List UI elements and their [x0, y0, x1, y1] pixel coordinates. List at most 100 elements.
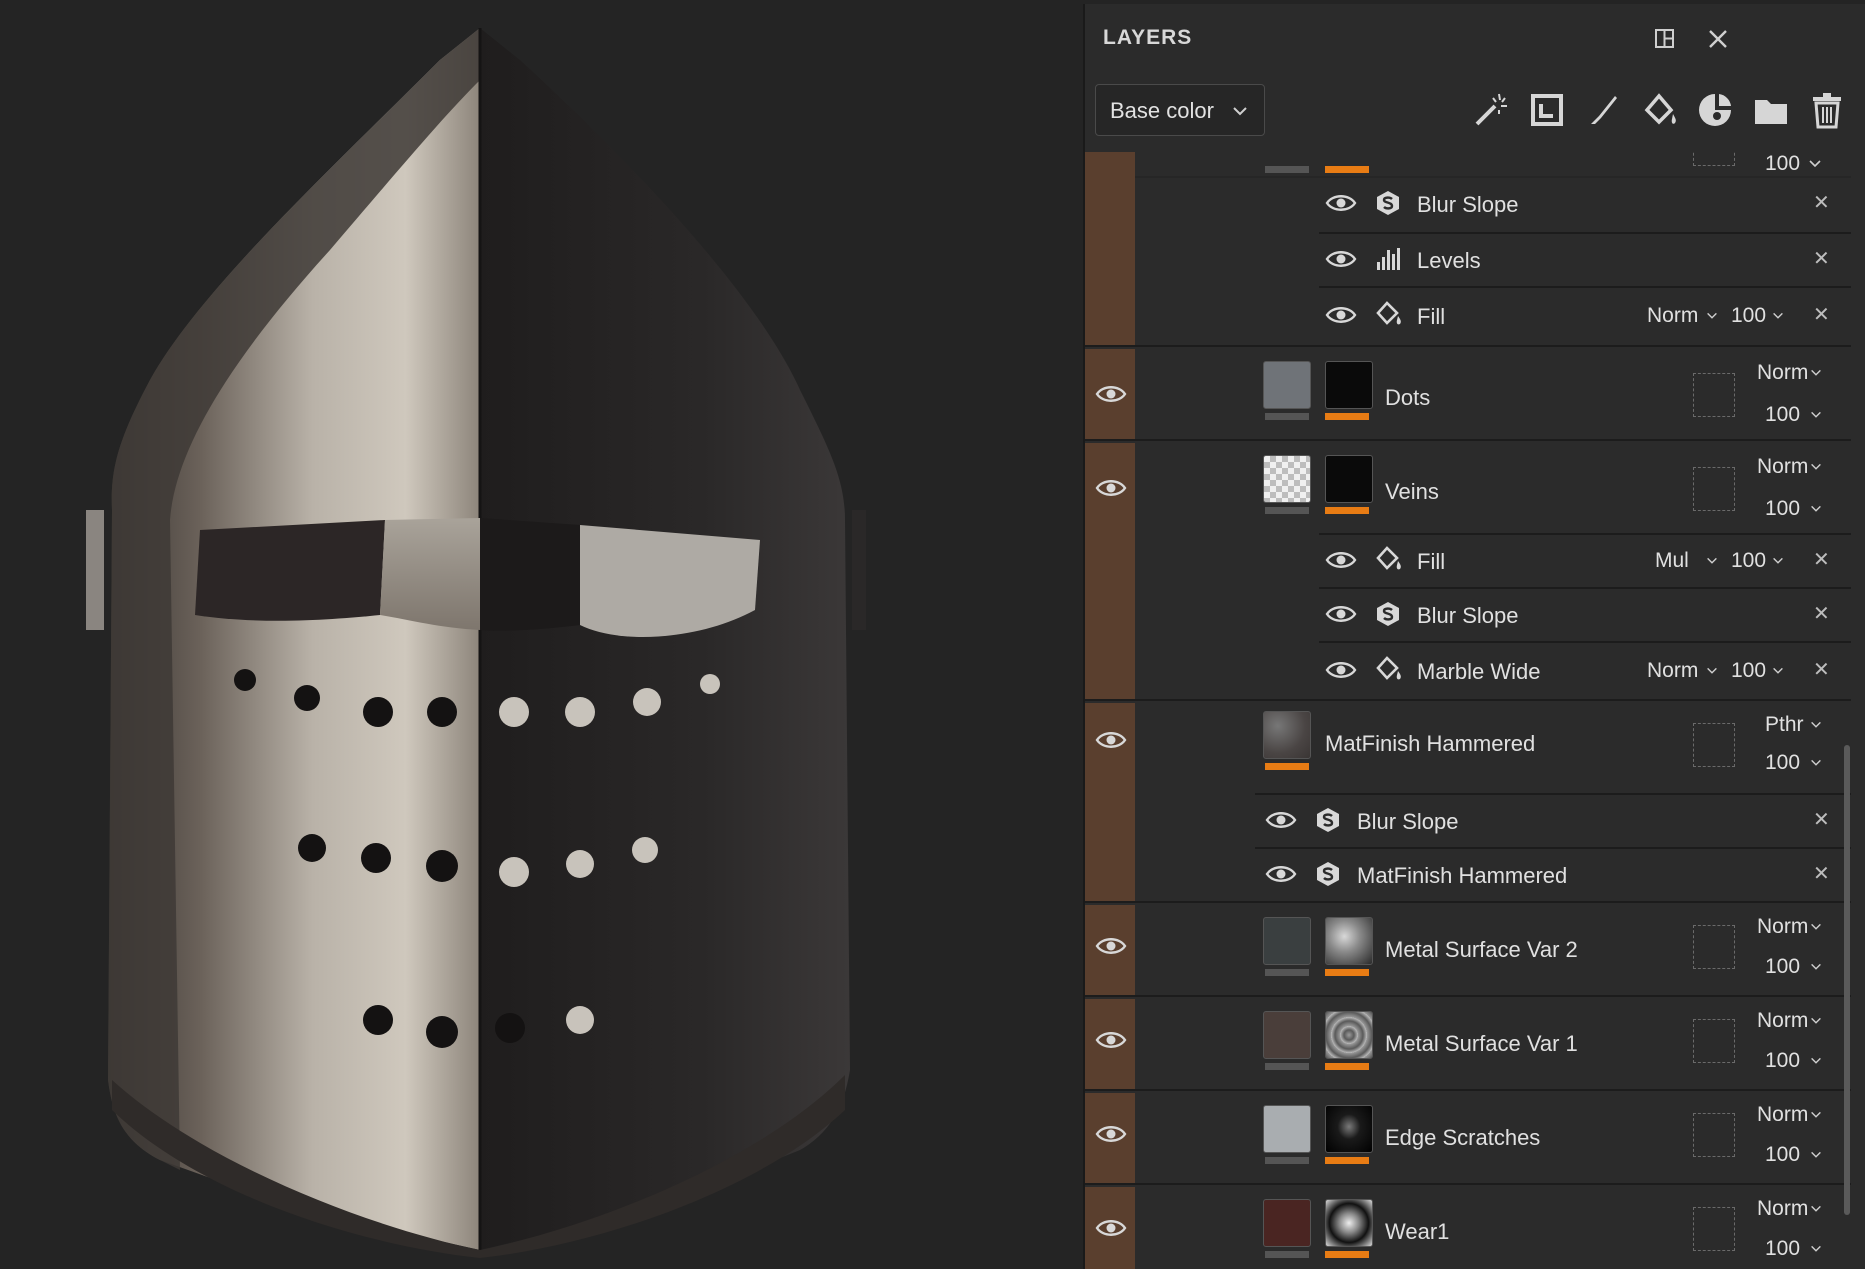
layer-mask-thumb[interactable]: [1325, 1199, 1373, 1247]
opacity-value[interactable]: 100: [1765, 403, 1800, 427]
layer-mask-thumb[interactable]: [1325, 1011, 1373, 1059]
trash-icon[interactable]: [1805, 88, 1849, 132]
opacity-value[interactable]: 100: [1731, 549, 1766, 573]
layer-material-thumb[interactable]: [1263, 711, 1311, 759]
remove-effect-button[interactable]: ✕: [1813, 861, 1830, 886]
opacity-value[interactable]: 100: [1765, 751, 1800, 775]
layer-fill-thumb[interactable]: [1263, 1199, 1311, 1247]
blend-mode[interactable]: Pthr: [1765, 713, 1804, 737]
chevron-down-icon[interactable]: [1809, 1243, 1823, 1255]
chevron-down-icon[interactable]: [1809, 961, 1823, 973]
channel-select[interactable]: Base color: [1095, 84, 1265, 136]
remove-effect-button[interactable]: ✕: [1813, 547, 1830, 572]
chevron-down-icon[interactable]: [1705, 665, 1719, 677]
fill-bucket-icon[interactable]: [1637, 88, 1681, 132]
opacity-value[interactable]: 100: [1765, 1049, 1800, 1073]
remove-effect-button[interactable]: ✕: [1813, 807, 1830, 832]
chevron-down-icon[interactable]: [1807, 158, 1823, 170]
eye-icon[interactable]: [1095, 1029, 1127, 1051]
blend-mode[interactable]: Norm: [1757, 1009, 1808, 1033]
eye-icon[interactable]: [1325, 659, 1357, 681]
remove-effect-button[interactable]: ✕: [1813, 601, 1830, 626]
eye-icon[interactable]: [1095, 383, 1127, 405]
folder-icon[interactable]: [1749, 88, 1793, 132]
chevron-down-icon[interactable]: [1809, 409, 1823, 421]
layout-toggle-icon[interactable]: [1649, 24, 1679, 54]
chevron-down-icon[interactable]: [1809, 367, 1823, 379]
blend-mode[interactable]: Norm: [1757, 361, 1808, 385]
eye-icon[interactable]: [1095, 477, 1127, 499]
opacity-value[interactable]: 100: [1765, 152, 1800, 176]
mask-slot[interactable]: [1693, 373, 1735, 417]
chevron-down-icon[interactable]: [1809, 1055, 1823, 1067]
opacity-value[interactable]: 100: [1731, 659, 1766, 683]
layer-row[interactable]: Edge Scratches Norm 100: [1085, 1093, 1851, 1183]
smart-mask-icon[interactable]: [1525, 88, 1569, 132]
paint-brush-icon[interactable]: [1581, 88, 1625, 132]
effect-row[interactable]: Marble Wide Norm 100 ✕: [1085, 643, 1851, 697]
opacity-value[interactable]: 100: [1765, 497, 1800, 521]
blend-mode[interactable]: Norm: [1757, 1197, 1808, 1221]
blend-mode[interactable]: Norm: [1757, 915, 1808, 939]
layer-row-partial[interactable]: 100: [1085, 152, 1851, 176]
chevron-down-icon[interactable]: [1809, 1109, 1823, 1121]
layer-row[interactable]: Veins Norm 100: [1085, 443, 1851, 533]
chevron-down-icon[interactable]: [1771, 310, 1785, 322]
mask-slot[interactable]: [1693, 1207, 1735, 1251]
remove-effect-button[interactable]: ✕: [1813, 190, 1830, 215]
layer-row[interactable]: Wear1 Norm 100: [1085, 1187, 1851, 1269]
effect-row[interactable]: Levels ✕: [1085, 234, 1851, 286]
remove-effect-button[interactable]: ✕: [1813, 246, 1830, 271]
blend-mode[interactable]: Norm: [1647, 659, 1698, 683]
chevron-down-icon[interactable]: [1809, 757, 1823, 769]
eye-icon[interactable]: [1095, 1123, 1127, 1145]
mask-slot[interactable]: [1693, 1113, 1735, 1157]
chevron-down-icon[interactable]: [1809, 1149, 1823, 1161]
eye-icon[interactable]: [1325, 549, 1357, 571]
chevron-down-icon[interactable]: [1771, 555, 1785, 567]
effect-row[interactable]: Fill Mul 100 ✕: [1085, 535, 1851, 587]
remove-effect-button[interactable]: ✕: [1813, 302, 1830, 327]
opacity-value[interactable]: 100: [1731, 304, 1766, 328]
opacity-value[interactable]: 100: [1765, 1237, 1800, 1261]
layer-row[interactable]: MatFinish Hammered Pthr 100: [1085, 703, 1851, 793]
eye-icon[interactable]: [1325, 248, 1357, 270]
layer-mask-thumb[interactable]: [1325, 361, 1373, 409]
layer-fill-thumb[interactable]: [1263, 917, 1311, 965]
eye-icon[interactable]: [1325, 304, 1357, 326]
eye-icon[interactable]: [1265, 863, 1297, 885]
remove-effect-button[interactable]: ✕: [1813, 657, 1830, 682]
chevron-down-icon[interactable]: [1705, 555, 1719, 567]
layers-scrollbar[interactable]: [1844, 745, 1850, 1215]
chevron-down-icon[interactable]: [1809, 503, 1823, 515]
blend-mode[interactable]: Norm: [1647, 304, 1698, 328]
effect-row[interactable]: Blur Slope ✕: [1085, 178, 1851, 232]
opacity-value[interactable]: 100: [1765, 955, 1800, 979]
layer-fill-thumb[interactable]: [1263, 455, 1311, 503]
effects-palette-icon[interactable]: [1693, 88, 1737, 132]
effect-row[interactable]: MatFinish Hammered ✕: [1085, 849, 1851, 901]
eye-icon[interactable]: [1265, 809, 1297, 831]
layer-mask-thumb[interactable]: [1325, 917, 1373, 965]
chevron-down-icon[interactable]: [1705, 310, 1719, 322]
mask-slot[interactable]: [1693, 723, 1735, 767]
mask-slot[interactable]: [1693, 1019, 1735, 1063]
3d-viewport[interactable]: [0, 0, 1080, 1269]
layer-fill-thumb[interactable]: [1263, 1011, 1311, 1059]
chevron-down-icon[interactable]: [1809, 921, 1823, 933]
layer-row[interactable]: Metal Surface Var 1 Norm 100: [1085, 999, 1851, 1089]
effect-row[interactable]: Fill Norm 100 ✕: [1085, 288, 1851, 342]
opacity-value[interactable]: 100: [1765, 1143, 1800, 1167]
layer-row[interactable]: Dots Norm 100: [1085, 349, 1851, 439]
magic-wand-icon[interactable]: [1469, 88, 1513, 132]
mask-slot[interactable]: [1693, 925, 1735, 969]
eye-icon[interactable]: [1325, 192, 1357, 214]
mask-slot[interactable]: [1693, 467, 1735, 511]
blend-mode[interactable]: Norm: [1757, 455, 1808, 479]
close-icon[interactable]: [1703, 24, 1733, 54]
layer-row[interactable]: Metal Surface Var 2 Norm 100: [1085, 905, 1851, 995]
layer-mask-thumb[interactable]: [1325, 455, 1373, 503]
effect-row[interactable]: Blur Slope ✕: [1085, 795, 1851, 847]
eye-icon[interactable]: [1325, 603, 1357, 625]
blend-mode[interactable]: Mul: [1655, 549, 1689, 573]
